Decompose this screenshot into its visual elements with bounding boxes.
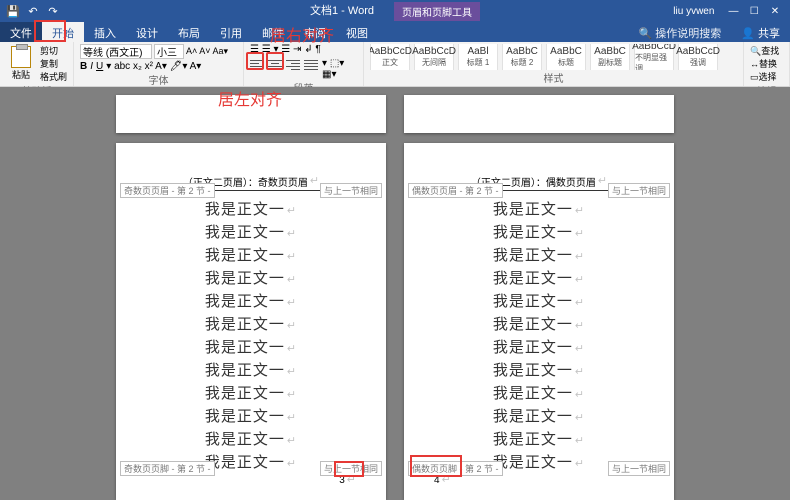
body-line: 我是正文一↵ (434, 358, 644, 381)
replace-button[interactable]: ↔替换 (750, 57, 777, 70)
style-item[interactable]: AaBbCcD正文 (370, 44, 410, 70)
group-styles: AaBbCcD正文AaBbCcD无间隔AaBl标题 1AaBbC标题 2AaBb… (364, 42, 744, 86)
style-item[interactable]: AaBbC标题 (546, 44, 586, 70)
body-line: 我是正文一↵ (146, 243, 356, 266)
body-line: 我是正文一↵ (434, 266, 644, 289)
tab-insert[interactable]: 插入 (84, 22, 126, 42)
body-line: 我是正文一↵ (434, 197, 644, 220)
style-item[interactable]: AaBbCcD无间隔 (414, 44, 454, 70)
tab-review[interactable]: 审阅 (294, 22, 336, 42)
group-font: A˄ A˅ Aa▾ B I U ▾ abc x₂ x² A▾ 🖊▾ A▾ 字体 (74, 42, 244, 86)
minimize-icon[interactable]: — (724, 6, 742, 17)
context-tab-header-footer[interactable]: 页眉和页脚工具 (394, 2, 480, 21)
page-even[interactable]: 偶数页页眉 - 第 2 节 - 与上一节相同 （正文二页眉）：偶数页页眉↵ 我是… (404, 143, 674, 500)
group-editing: 🔍查找 ↔替换 ▭选择 编辑 (744, 42, 790, 86)
tab-layout[interactable]: 布局 (168, 22, 210, 42)
user-name[interactable]: liu yvwen (673, 6, 714, 17)
body-line: 我是正文一↵ (146, 335, 356, 358)
underline-button[interactable]: U (96, 61, 103, 72)
bold-button[interactable]: B (80, 61, 87, 72)
italic-button[interactable]: I (90, 61, 93, 72)
document-area[interactable]: 奇数页页眉 - 第 2 节 - 与上一节相同 （正文二页眉）：奇数页页眉↵ 我是… (0, 87, 790, 500)
body-line: 我是正文一↵ (146, 358, 356, 381)
body-line: 我是正文一↵ (434, 289, 644, 312)
tab-mailings[interactable]: 邮件 (252, 22, 294, 42)
style-item[interactable]: AaBbC副标题 (590, 44, 630, 70)
tell-me-search[interactable]: 🔍 操作说明搜索 (628, 22, 731, 42)
tag-odd-header: 奇数页页眉 - 第 2 节 - (120, 183, 215, 198)
copy-button[interactable]: 复制 (40, 57, 67, 70)
page-odd[interactable]: 奇数页页眉 - 第 2 节 - 与上一节相同 （正文二页眉）：奇数页页眉↵ 我是… (116, 143, 386, 500)
find-button[interactable]: 🔍查找 (750, 44, 779, 57)
cut-button[interactable]: 剪切 (40, 44, 67, 57)
body-line: 我是正文一↵ (146, 289, 356, 312)
odd-page-footer[interactable]: 3↵ (146, 473, 356, 486)
body-line: 我是正文一↵ (146, 404, 356, 427)
font-size-combo[interactable] (154, 44, 184, 59)
highlight-home-tab (34, 20, 66, 42)
body-text-odd: 我是正文一↵我是正文一↵我是正文一↵我是正文一↵我是正文一↵我是正文一↵我是正文… (146, 191, 356, 473)
style-item[interactable]: AaBbCcD不明显强调 (634, 44, 674, 70)
highlight-page-number-odd (334, 461, 364, 477)
redo-icon[interactable]: ↷ (46, 4, 60, 18)
group-label: 字体 (80, 72, 237, 88)
body-line: 我是正文一↵ (434, 427, 644, 450)
undo-icon[interactable]: ↶ (26, 4, 40, 18)
quick-access-toolbar: 💾 ↶ ↷ (0, 4, 66, 18)
tab-references[interactable]: 引用 (210, 22, 252, 42)
tab-design[interactable]: 设计 (126, 22, 168, 42)
style-item[interactable]: AaBbC标题 2 (502, 44, 542, 70)
highlight-page-number-even (410, 455, 462, 477)
body-line: 我是正文一↵ (146, 266, 356, 289)
share-button[interactable]: 👤 共享 (731, 22, 790, 42)
format-painter-button[interactable]: 格式刷 (40, 70, 67, 83)
ribbon-tabs: 文件 开始 插入 设计 布局 引用 邮件 审阅 视图 🔍 操作说明搜索 👤 共享 (0, 22, 790, 42)
body-line: 我是正文一↵ (434, 312, 644, 335)
align-justify-button[interactable] (304, 58, 318, 70)
paste-button[interactable]: 粘贴 (6, 46, 36, 82)
body-text-even: 我是正文一↵我是正文一↵我是正文一↵我是正文一↵我是正文一↵我是正文一↵我是正文… (434, 191, 644, 473)
select-button[interactable]: ▭选择 (750, 70, 777, 83)
body-line: 我是正文一↵ (434, 335, 644, 358)
highlight-align-center (266, 52, 284, 70)
tag-even-header: 偶数页页眉 - 第 2 节 - (408, 183, 503, 198)
style-item[interactable]: AaBl标题 1 (458, 44, 498, 70)
body-line: 我是正文一↵ (146, 197, 356, 220)
window-controls: — ☐ ✕ (724, 6, 784, 17)
body-line: 我是正文一↵ (434, 220, 644, 243)
align-right-button[interactable] (286, 58, 300, 70)
ribbon: 粘贴 剪切 复制 格式刷 剪贴板 A˄ A˅ Aa▾ B I U ▾ abc x… (0, 42, 790, 87)
body-line: 我是正文一↵ (434, 381, 644, 404)
group-label: 样式 (370, 70, 737, 86)
font-name-combo[interactable] (80, 44, 152, 59)
page-prev-sliver (116, 95, 386, 133)
even-page-footer[interactable]: 4↵ (434, 473, 644, 486)
title-bar: 💾 ↶ ↷ 文档1 - Word 页眉和页脚工具 liu yvwen — ☐ ✕ (0, 0, 790, 22)
body-line: 我是正文一↵ (146, 312, 356, 335)
group-clipboard: 粘贴 剪切 复制 格式刷 剪贴板 (0, 42, 74, 86)
highlight-align-left (246, 52, 264, 70)
tag-same-as-prev: 与上一节相同 (608, 183, 670, 198)
save-icon[interactable]: 💾 (6, 4, 20, 18)
style-item[interactable]: AaBbCcD强调 (678, 44, 718, 70)
tag-same-as-prev: 与上一节相同 (320, 183, 382, 198)
body-line: 我是正文一↵ (434, 404, 644, 427)
close-icon[interactable]: ✕ (766, 6, 784, 17)
tab-view[interactable]: 视图 (336, 22, 378, 42)
body-line: 我是正文一↵ (434, 243, 644, 266)
paste-icon (11, 46, 31, 68)
body-line: 我是正文一↵ (146, 220, 356, 243)
body-line: 我是正文一↵ (146, 381, 356, 404)
maximize-icon[interactable]: ☐ (745, 6, 763, 17)
page-prev-sliver (404, 95, 674, 133)
document-title: 文档1 - Word (310, 2, 374, 21)
body-line: 我是正文一↵ (146, 427, 356, 450)
